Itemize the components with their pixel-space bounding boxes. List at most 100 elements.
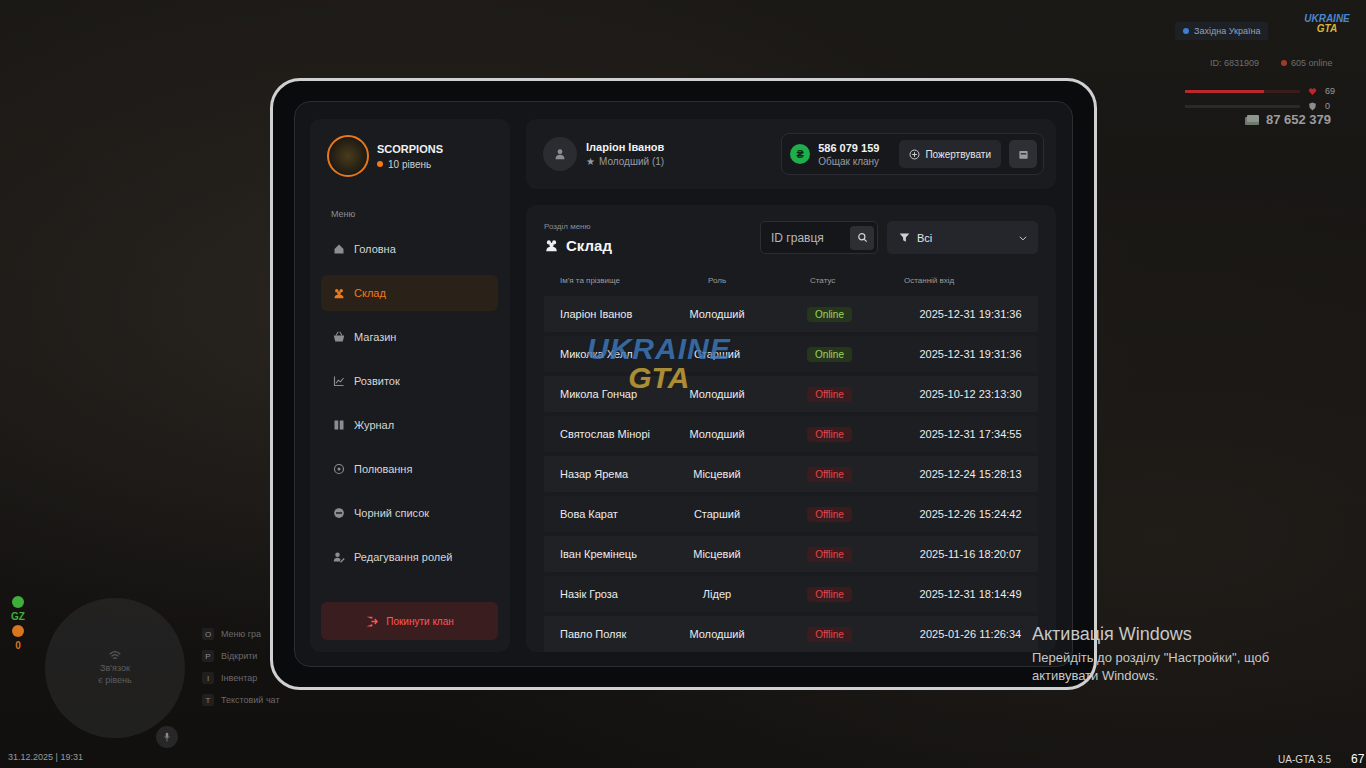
sidebar: SCORPIONS 10 рівень Меню Головна Склад Магази… [310, 119, 510, 652]
member-role: Молодший [686, 628, 748, 640]
section-heading: Розділ менюСклад [544, 222, 612, 254]
sidebar-item[interactable]: Редагування ролей [321, 539, 498, 575]
wallet-button[interactable] [1009, 140, 1037, 168]
table-row[interactable]: Назар ЯремаМісцевийOffline2025-12-24 15:… [544, 456, 1038, 492]
member-role: Місцевий [686, 468, 748, 480]
sidebar-item[interactable]: Магазин [321, 319, 498, 355]
leave-button[interactable]: Покинути клан [321, 602, 498, 640]
controls: Всі [760, 221, 1038, 254]
online-count: 605 online [1281, 58, 1333, 68]
last-login: 2025-12-31 17:34:55 [911, 428, 1030, 440]
watermark-bottom: GTA [628, 364, 689, 393]
sidebar-label: Редагування ролей [354, 551, 452, 563]
section-title-text: Склад [566, 237, 612, 254]
member-name: Микола Гончар [560, 388, 686, 400]
table-body: Іларіон ІвановМолодшийOnline2025-12-31 1… [544, 296, 1038, 652]
hotkey: IІнвентар [202, 672, 280, 684]
sidebar-item[interactable]: Чорний список [321, 495, 498, 531]
menu-list: Головна Склад Магазин Розвиток Журнал Полюван… [321, 231, 498, 575]
sidebar-item[interactable]: Полювання [321, 451, 498, 487]
health-fill [1185, 90, 1264, 93]
member-role: Старший [686, 348, 748, 360]
region-badge: Західна Україна [1175, 22, 1268, 40]
fps-counter: 67 [1351, 752, 1364, 766]
money: 87 652 379 [1244, 112, 1331, 127]
clan-logo [327, 135, 369, 177]
status-cell: Offline [748, 507, 911, 522]
members-panel: Розділ менюСкладВсіІм'я та прізвищеРольС… [526, 205, 1056, 652]
panel-top: Розділ менюСклад Всі [544, 221, 1038, 254]
sidebar-item[interactable]: Головна [321, 231, 498, 267]
last-login: 2025-12-31 19:31:36 [911, 308, 1030, 320]
status-badge: Online [807, 307, 852, 322]
indicator-dot [12, 596, 24, 608]
online-text: 605 online [1291, 58, 1333, 68]
status-cell: Offline [748, 427, 911, 442]
chevron-icon [1018, 233, 1028, 243]
table-row[interactable]: Іларіон ІвановМолодшийOnline2025-12-31 1… [544, 296, 1038, 332]
table-row[interactable]: Микола ГончарМолодшийOffline2025-10-12 2… [544, 376, 1038, 412]
watermark-top: UKRAINE [587, 335, 731, 364]
member-role: Лідер [686, 588, 748, 600]
person-icon [554, 148, 566, 160]
last-login: 2025-12-26 15:24:42 [911, 508, 1030, 520]
member-role: Молодший [686, 308, 748, 320]
rank-text: Молодший (1) [599, 156, 664, 167]
book-icon [333, 419, 345, 431]
clan-name: SCORPIONS [377, 143, 443, 155]
search-input[interactable] [769, 230, 846, 246]
health-bar: 69 [1185, 86, 1335, 96]
column-header: Останній вхід [904, 276, 1030, 285]
health-track [1185, 90, 1300, 93]
member-name: Назар Ярема [560, 468, 686, 480]
key-cap: P [202, 650, 214, 662]
server-watermark: UKRAINEGTA [587, 335, 731, 392]
rank-star: ★ [586, 156, 595, 167]
sidebar-label: Чорний список [354, 507, 429, 519]
status-badge: Offline [807, 387, 852, 402]
table-row[interactable]: Іван КремінецьМісцевийOffline2025-11-16 … [544, 536, 1038, 572]
search-button[interactable] [850, 226, 874, 250]
money-value: 87 652 379 [1266, 112, 1331, 127]
donate-label: Пожертвувати [925, 149, 991, 160]
clan-level: 10 рівень [377, 159, 443, 170]
member-name: Іван Кремінець [560, 548, 686, 560]
table-row[interactable]: Миколка ХеллСтаршийOnline2025-12-31 19:3… [544, 336, 1038, 372]
region-dot [1183, 28, 1189, 34]
treasury-label: Общак клану [818, 156, 879, 167]
sidebar-item[interactable]: Склад [321, 275, 498, 311]
last-login: 2025-01-26 11:26:34 [911, 628, 1030, 640]
filter-dropdown[interactable]: Всі [887, 221, 1038, 254]
sidebar-item[interactable]: Журнал [321, 407, 498, 443]
blocked-icon [333, 507, 345, 519]
level-dot [377, 161, 383, 167]
status-cell: Offline [748, 467, 911, 482]
hotkey: PВідкрити [202, 650, 280, 662]
hotkeys: OМеню граPВідкритиIІнвентарTТекстовий ча… [202, 628, 280, 706]
clan-tablet: SCORPIONS 10 рівень Меню Головна Склад Магази… [270, 78, 1097, 690]
key-cap: O [202, 628, 214, 640]
table-row[interactable]: Назік ГрозаЛідерOffline2025-12-31 18:14:… [544, 576, 1038, 612]
logo-bottom: GTA [1317, 24, 1337, 34]
funnel-icon [899, 232, 910, 243]
wallet-icon [1018, 149, 1029, 160]
profile-header: Іларіон Іванов★Молодший (1)₴586 079 159О… [526, 119, 1056, 189]
menu-heading: Меню [331, 209, 498, 219]
server-logo: UKRAINEGTA [1296, 14, 1358, 34]
hotkey-label: Текстовий чат [221, 695, 280, 705]
leave-label: Покинути клан [386, 616, 454, 627]
sidebar-label: Магазин [354, 331, 396, 343]
content: Іларіон Іванов★Молодший (1)₴586 079 159О… [526, 119, 1056, 652]
sidebar-item[interactable]: Розвиток [321, 363, 498, 399]
table-row[interactable]: Вова КаратСтаршийOffline2025-12-26 15:24… [544, 496, 1038, 532]
chart-icon [333, 375, 345, 387]
table-row[interactable]: Павло ПолякМолодшийOffline2025-01-26 11:… [544, 616, 1038, 652]
avatar [543, 137, 577, 171]
shield-icon [1308, 102, 1317, 111]
money-icon [1244, 114, 1260, 126]
search-field[interactable] [760, 221, 878, 254]
player-id: ID: 6831909 [1210, 58, 1259, 68]
level-text: 10 рівень [388, 159, 431, 170]
donate-button[interactable]: Пожертвувати [899, 140, 1001, 168]
table-row[interactable]: Святослав МіноріМолодшийOffline2025-12-3… [544, 416, 1038, 452]
